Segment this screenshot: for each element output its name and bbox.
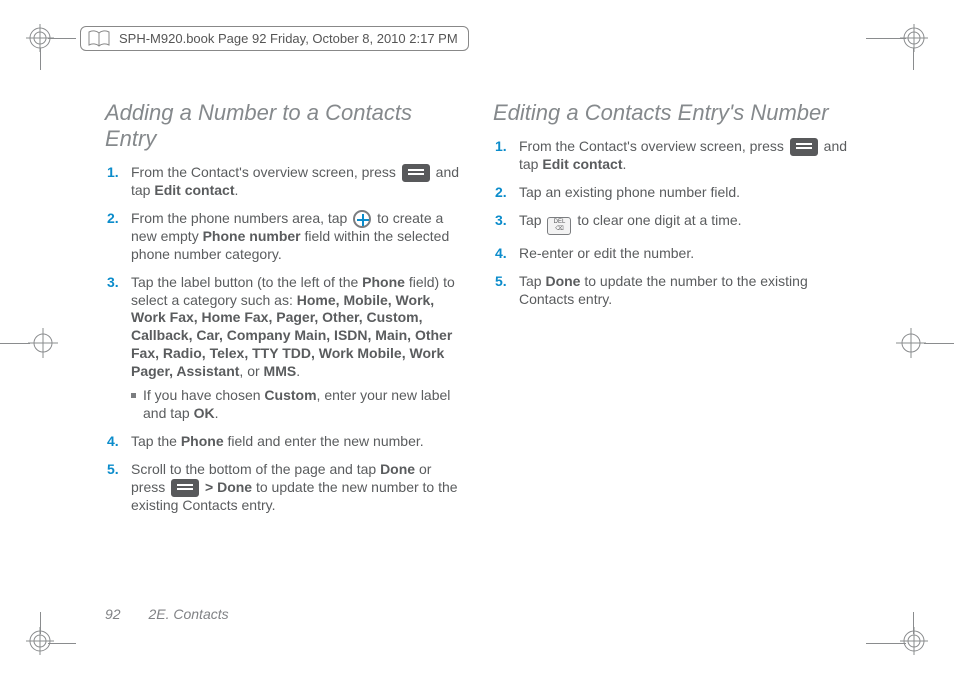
text: From the phone numbers area, tap (131, 210, 351, 226)
bold-text: Custom (264, 387, 316, 403)
section-name: 2E. Contacts (148, 606, 228, 622)
text: field and enter the new number. (224, 433, 424, 449)
bold-text: Done (545, 273, 580, 289)
crop-line-v-tr (913, 48, 914, 70)
text: . (296, 363, 300, 379)
header-metadata-box: SPH-M920.book Page 92 Friday, October 8,… (80, 26, 469, 51)
left-steps: 1. From the Contact's overview screen, p… (105, 164, 465, 515)
del-label: DEL (554, 219, 566, 225)
text: From the Contact's overview screen, pres… (519, 138, 788, 154)
page-content: Adding a Number to a Contacts Entry 1. F… (105, 100, 853, 610)
right-steps: 1. From the Contact's overview screen, p… (493, 138, 853, 309)
gt: > (205, 479, 217, 495)
crop-mark-left (28, 328, 58, 361)
bold-text: Done (380, 461, 415, 477)
left-step-3-sub: If you have chosen Custom, enter your ne… (131, 387, 465, 423)
right-step-5: 5. Tap Done to update the number to the … (519, 273, 853, 309)
text: Scroll to the bottom of the page and tap (131, 461, 380, 477)
right-step-4: 4. Re-enter or edit the number. (519, 245, 853, 263)
left-step-5: 5. Scroll to the bottom of the page and … (131, 461, 465, 515)
right-column: Editing a Contacts Entry's Number 1. Fro… (493, 100, 853, 610)
crop-line-v-br (913, 612, 914, 634)
section-title-adding: Adding a Number to a Contacts Entry (105, 100, 465, 152)
crop-line-v-tl (40, 48, 41, 70)
crop-line-v-bl (40, 612, 41, 634)
bold-text: Edit contact (542, 156, 622, 172)
left-column: Adding a Number to a Contacts Entry 1. F… (105, 100, 465, 610)
text: . (622, 156, 626, 172)
right-step-1: 1. From the Contact's overview screen, p… (519, 138, 853, 174)
plus-icon (353, 210, 371, 228)
page-footer: 92 2E. Contacts (105, 606, 229, 622)
text: Tap (519, 212, 545, 228)
text: Re-enter or edit the number. (519, 245, 694, 261)
text: . (215, 405, 219, 421)
book-icon (87, 29, 111, 49)
bold-text: OK (194, 405, 215, 421)
crop-line-bottom (866, 643, 906, 644)
del-icon: DEL⌫ (547, 217, 571, 235)
bold-text: Edit contact (154, 182, 234, 198)
menu-icon (171, 479, 199, 497)
text: Tap the (131, 433, 181, 449)
section-title-editing: Editing a Contacts Entry's Number (493, 100, 853, 126)
text: to clear one digit at a time. (577, 212, 741, 228)
crop-line-top-l (48, 38, 76, 39)
text: From the Contact's overview screen, pres… (131, 164, 400, 180)
right-step-2: 2. Tap an existing phone number field. (519, 184, 853, 202)
bold-text: MMS (264, 363, 297, 379)
text: Tap an existing phone number field. (519, 184, 740, 200)
registration-mark-tr (900, 24, 928, 55)
text: Tap the label button (to the left of the (131, 274, 362, 290)
bold-text: Phone number (203, 228, 301, 244)
crop-line-top (866, 38, 906, 39)
crop-line-mid-l (0, 343, 30, 344)
crop-line-bottom-l (48, 643, 76, 644)
text: , or (239, 363, 263, 379)
text: Tap (519, 273, 545, 289)
crop-line-mid-r (924, 343, 954, 344)
menu-icon (790, 138, 818, 156)
crop-mark-right (896, 328, 926, 361)
left-step-3: 3. Tap the label button (to the left of … (131, 274, 465, 423)
bold-text: Done (217, 479, 252, 495)
text: If you have chosen (143, 387, 264, 403)
menu-icon (402, 164, 430, 182)
right-step-3: 3. Tap DEL⌫ to clear one digit at a time… (519, 212, 853, 235)
header-text: SPH-M920.book Page 92 Friday, October 8,… (119, 31, 458, 46)
bold-text: Phone (181, 433, 224, 449)
left-step-2: 2. From the phone numbers area, tap to c… (131, 210, 465, 264)
left-step-1: 1. From the Contact's overview screen, p… (131, 164, 465, 200)
bold-text: Phone (362, 274, 405, 290)
page-number: 92 (105, 606, 121, 622)
text: . (234, 182, 238, 198)
left-step-4: 4. Tap the Phone field and enter the new… (131, 433, 465, 451)
